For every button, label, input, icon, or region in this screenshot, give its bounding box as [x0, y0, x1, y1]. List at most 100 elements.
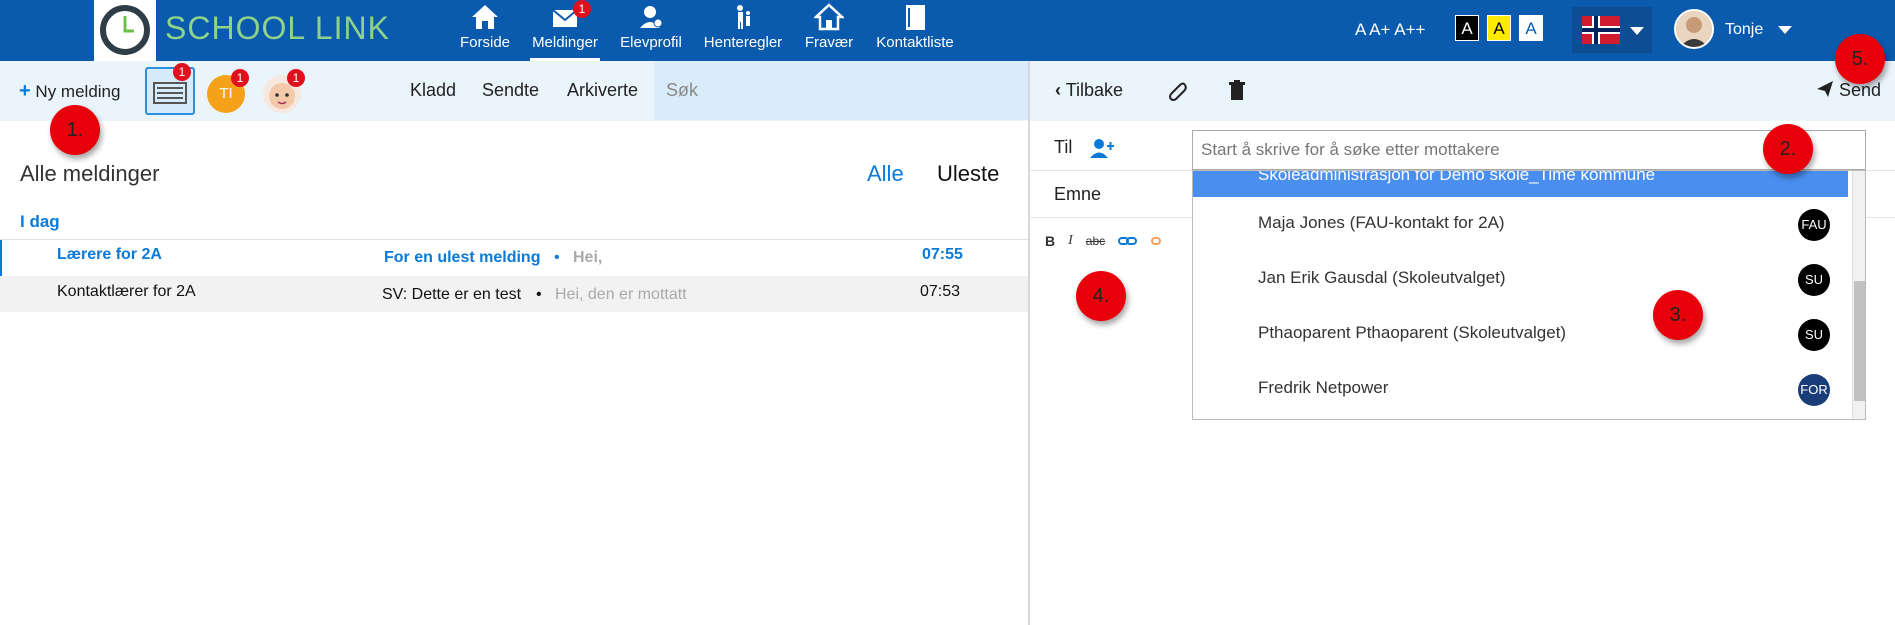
contrast-black-button[interactable]: A [1455, 15, 1479, 41]
subject-label: Emne [1054, 184, 1102, 204]
trash-icon [1229, 80, 1245, 100]
annotation-marker-1: 1. [50, 105, 100, 155]
nav-label: Elevprofil [620, 34, 682, 51]
language-selector[interactable] [1572, 7, 1652, 53]
nav-label: Henteregler [703, 34, 783, 51]
nav-kontaktliste[interactable]: Kontaktliste [873, 0, 957, 61]
group-header-today: I dag [20, 212, 60, 231]
italic-icon[interactable]: I [1068, 233, 1073, 249]
nav-label: Forside [459, 34, 511, 51]
message-subject: SV: Dette er en test [382, 286, 522, 303]
paper-plane-icon [1817, 81, 1833, 97]
pickup-icon [703, 0, 783, 34]
recipient-option[interactable]: Pthaoparent Pthaoparent (Skoleutvalget) … [1193, 307, 1848, 362]
app-logo[interactable] [94, 0, 156, 61]
absence-home-icon [801, 0, 857, 34]
message-row-unread[interactable]: Lærere for 2A For en ulest melding • Hei… [0, 240, 1028, 276]
strikethrough-icon[interactable]: abc [1086, 234, 1105, 248]
link-icon[interactable] [1118, 232, 1138, 250]
recipient-option-label: Skoleadministrasjon for Demo skole_Time … [1258, 170, 1656, 184]
tab-arkiverte[interactable]: Arkiverte [567, 80, 638, 101]
filter-unread-link[interactable]: Uleste [937, 161, 999, 187]
recipient-group-chip: SU [1798, 319, 1830, 351]
back-label: Tilbake [1065, 80, 1124, 100]
inbox-filter-button[interactable]: 1 [145, 63, 195, 115]
new-message-label: Ny melding [35, 82, 121, 101]
delete-button[interactable] [1228, 80, 1246, 107]
page-title: Alle meldinger [20, 161, 160, 186]
add-user-icon [1090, 139, 1114, 158]
back-button[interactable]: ‹ Tilbake [1055, 80, 1123, 101]
nav-fravaer[interactable]: Fravær [801, 0, 857, 61]
nav-label: Meldinger [532, 34, 598, 51]
send-button[interactable]: Send [1816, 80, 1881, 101]
search-input[interactable] [654, 61, 1028, 120]
pane-divider [1028, 61, 1030, 625]
recipient-group-chip: FAU [1798, 209, 1830, 241]
recipient-option[interactable]: Jan Erik Gausdal (Skoleutvalget) SU [1193, 252, 1848, 307]
font-size-controls[interactable]: A A+ A++ [1355, 20, 1425, 40]
new-message-button[interactable]: + Ny melding [19, 80, 120, 103]
paperclip-icon [1169, 82, 1187, 101]
attach-button[interactable] [1167, 80, 1187, 107]
message-time: 07:53 [920, 283, 961, 300]
clock-logo-icon [100, 5, 150, 55]
add-recipient-button[interactable] [1090, 137, 1114, 164]
nav-meldinger[interactable]: Meldinger 1 [530, 0, 600, 61]
filter-all-link[interactable]: Alle [867, 161, 904, 187]
annotation-marker-3: 3. [1653, 290, 1703, 340]
message-preview: Hei, den er mottatt [555, 286, 687, 303]
recipient-option-label: Fredrik Netpower [1258, 378, 1389, 397]
message-sender: Kontaktlærer for 2A [57, 283, 196, 300]
tab-kladd[interactable]: Kladd [410, 80, 456, 101]
formatting-toolbar: B I abc [1045, 232, 1167, 250]
bold-icon[interactable]: B [1045, 233, 1055, 249]
child-badge: 1 [287, 69, 305, 87]
ti-label: TI [219, 85, 233, 102]
recipient-option-label: Maja Jones (FAU-kontakt for 2A) [1258, 213, 1505, 232]
message-subject: For en ulest melding [384, 249, 541, 266]
message-preview: Hei, [573, 249, 603, 266]
norwegian-flag-icon [1582, 16, 1644, 44]
user-avatar[interactable] [1674, 9, 1714, 49]
message-separator: • [536, 286, 542, 303]
contrast-yellow-button[interactable]: A [1487, 15, 1511, 41]
recipient-group-chip: SU [1798, 264, 1830, 296]
nav-label: Kontaktliste [876, 34, 954, 51]
ti-badge: 1 [231, 69, 249, 87]
recipient-option-label: Pthaoparent Pthaoparent (Skoleutvalget) [1258, 323, 1567, 342]
recipient-option-label: Jan Erik Gausdal (Skoleutvalget) [1258, 268, 1506, 287]
nav-henteregler[interactable]: Henteregler [703, 0, 783, 61]
user-name: Tonje [1725, 21, 1764, 38]
annotation-marker-5: 5. [1835, 34, 1885, 84]
top-navigation-bar: SCHOOL LINK Forside Meldinger 1 Elevprof… [0, 0, 1895, 61]
chevron-down-icon [1777, 25, 1792, 34]
chevron-left-icon: ‹ [1055, 80, 1061, 100]
contrast-white-button[interactable]: A [1519, 15, 1543, 41]
recipient-option[interactable]: Maja Jones (FAU-kontakt for 2A) FAU [1193, 197, 1848, 252]
dropdown-scroll-thumb[interactable] [1854, 281, 1865, 401]
annotation-marker-4: 4. [1076, 271, 1126, 321]
message-separator: • [554, 249, 560, 266]
nav-forside[interactable]: Forside [458, 0, 512, 61]
nav-label: Fravær [804, 34, 854, 51]
inbox-badge: 1 [173, 63, 191, 81]
message-sender: Lærere for 2A [57, 246, 162, 263]
ti-group-filter[interactable]: TI 1 [207, 69, 249, 113]
annotation-marker-2: 2. [1763, 124, 1813, 174]
child-profile-filter[interactable]: 1 [263, 69, 305, 113]
recipient-group-chip: FOR [1798, 374, 1830, 406]
message-time: 07:55 [922, 246, 963, 263]
message-row[interactable]: Kontaktlærer for 2A SV: Dette er en test… [0, 276, 1028, 312]
recipient-option[interactable]: Fredrik Netpower FOR [1193, 362, 1848, 417]
dropdown-scrollbar[interactable] [1852, 171, 1865, 419]
tab-sendte[interactable]: Sendte [482, 80, 539, 101]
unlink-icon[interactable] [1151, 232, 1167, 250]
compose-toolbar: ‹ Tilbake Send [1030, 61, 1895, 121]
plus-icon: + [19, 80, 31, 102]
nav-elevprofil[interactable]: Elevprofil [618, 0, 684, 61]
user-menu[interactable]: Tonje [1725, 21, 1792, 39]
recipient-option-selected[interactable]: Skoleadministrasjon for Demo skole_Time … [1193, 170, 1848, 197]
student-icon [618, 0, 684, 34]
to-label: Til [1054, 137, 1073, 157]
